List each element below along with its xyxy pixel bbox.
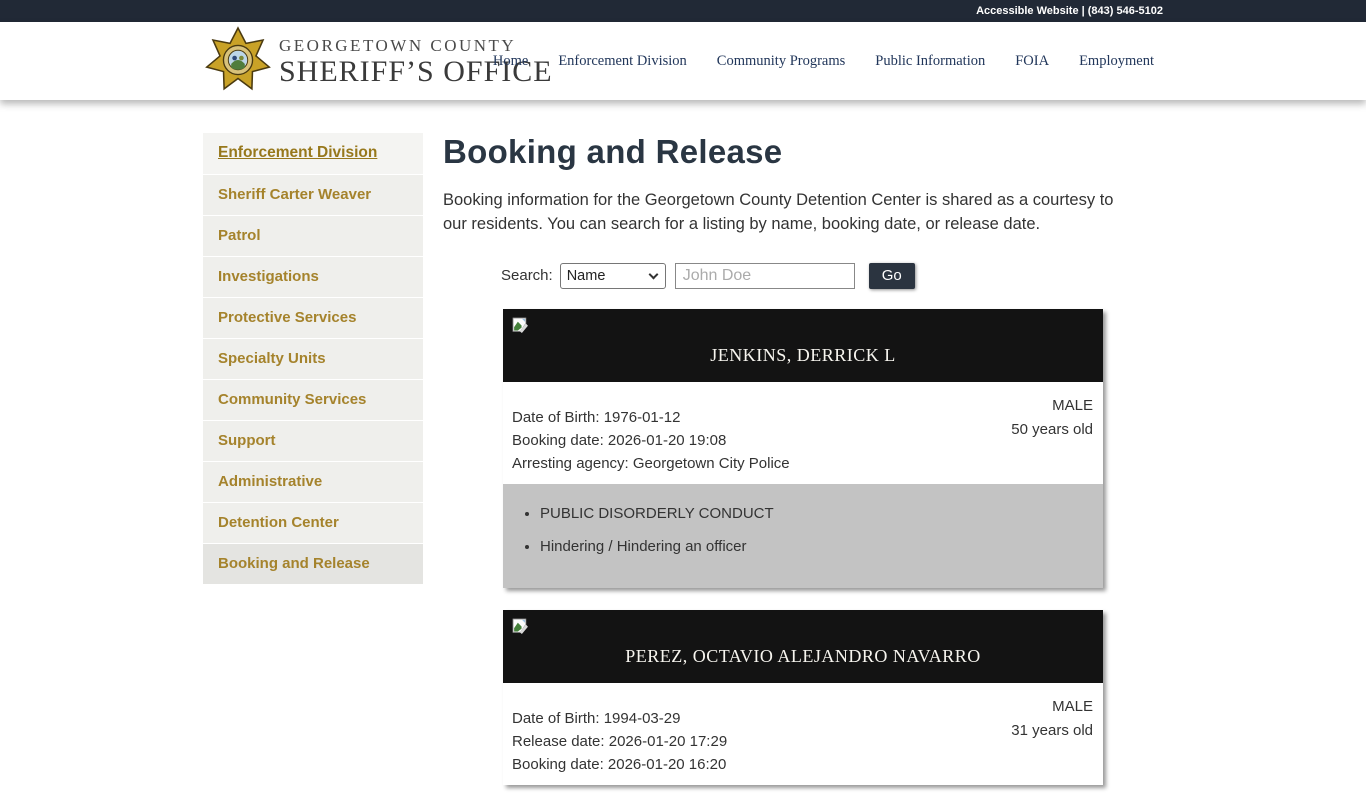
sidebar-item-support[interactable]: Support xyxy=(203,421,423,462)
record-details: MALE 50 years old Date of Birth: 1976-01… xyxy=(503,381,1103,484)
inmate-name: JENKINS, DERRICK L xyxy=(710,344,896,365)
sidebar-item-protective-services[interactable]: Protective Services xyxy=(203,298,423,339)
main-nav: Home Enforcement Division Community Prog… xyxy=(493,53,1154,70)
sidebar-item-enforcement-division[interactable]: Enforcement Division xyxy=(203,133,423,175)
record-age: 31 years old xyxy=(1011,721,1093,739)
charge-item: Hindering / Hindering an officer xyxy=(540,538,1103,555)
record-header: PEREZ, OCTAVIO ALEJANDRO NAVARRO xyxy=(503,609,1103,683)
search-label: Search: xyxy=(501,267,553,285)
sidebar-item-community-services[interactable]: Community Services xyxy=(203,380,423,421)
record-header: JENKINS, DERRICK L xyxy=(503,308,1103,382)
record-gender: MALE xyxy=(1052,396,1093,414)
record-dob: Date of Birth: 1976-01-12 xyxy=(512,408,681,426)
record-meta: MALE 31 years old xyxy=(1011,695,1093,743)
booking-search-form: Search: Name Go xyxy=(501,262,1143,289)
record-booking-date: Booking date: 2026-01-20 16:20 xyxy=(512,755,727,773)
sidebar-item-administrative[interactable]: Administrative xyxy=(203,462,423,503)
record-booking-date: Booking date: 2026-01-20 19:08 xyxy=(512,431,727,449)
nav-item-enforcement-division[interactable]: Enforcement Division xyxy=(558,53,686,70)
record-meta: MALE 50 years old xyxy=(1011,394,1093,442)
intro-paragraph: Booking information for the Georgetown C… xyxy=(443,191,1114,233)
record-age: 50 years old xyxy=(1011,420,1093,438)
topbar-link[interactable]: Accessible Website | (843) 546-5102 xyxy=(976,5,1163,17)
broken-image-icon xyxy=(512,618,528,634)
sheriff-star-badge-icon xyxy=(205,26,271,91)
record-release-date: Release date: 2026-01-20 17:29 xyxy=(512,732,728,750)
nav-item-public-information[interactable]: Public Information xyxy=(875,53,985,70)
sidebar-item-detention-center[interactable]: Detention Center xyxy=(203,503,423,544)
search-type-select[interactable]: Name xyxy=(559,262,666,289)
main-column: Booking and Release Booking information … xyxy=(443,133,1143,807)
go-button[interactable]: Go xyxy=(868,262,915,289)
nav-item-foia[interactable]: FOIA xyxy=(1015,53,1049,70)
sidebar-menu: Enforcement Division Sheriff Carter Weav… xyxy=(203,133,423,585)
page-title: Booking and Release xyxy=(443,133,783,170)
sidebar-item-specialty-units[interactable]: Specialty Units xyxy=(203,339,423,380)
nav-item-employment[interactable]: Employment xyxy=(1079,53,1154,70)
record-charges: PUBLIC DISORDERLY CONDUCT Hindering / Hi… xyxy=(503,483,1103,588)
accessibility-topbar: Accessible Website | (843) 546-5102 xyxy=(0,0,1366,22)
nav-item-community-programs[interactable]: Community Programs xyxy=(717,53,846,70)
record-details: MALE 31 years old Date of Birth: 1994-03… xyxy=(503,682,1103,785)
sidebar-item-sheriff-carter-weaver[interactable]: Sheriff Carter Weaver xyxy=(203,175,423,216)
record-gender: MALE xyxy=(1052,697,1093,715)
broken-image-icon xyxy=(512,317,528,333)
sidebar-item-investigations[interactable]: Investigations xyxy=(203,257,423,298)
charge-item: PUBLIC DISORDERLY CONDUCT xyxy=(540,505,1103,522)
sidebar-item-patrol[interactable]: Patrol xyxy=(203,216,423,257)
booking-record-card: JENKINS, DERRICK L MALE 50 years old Dat… xyxy=(503,308,1103,588)
search-input[interactable] xyxy=(674,262,855,289)
search-type-select-wrap: Name xyxy=(559,262,666,289)
site-header: GEORGETOWN COUNTY SHERIFF’S OFFICE Home … xyxy=(0,22,1366,100)
booking-records-list: JENKINS, DERRICK L MALE 50 years old Dat… xyxy=(503,308,1103,785)
inmate-name: PEREZ, OCTAVIO ALEJANDRO NAVARRO xyxy=(625,645,981,666)
page-content: Enforcement Division Sheriff Carter Weav… xyxy=(0,100,1366,807)
sidebar-item-booking-and-release[interactable]: Booking and Release xyxy=(203,544,423,585)
nav-item-home[interactable]: Home xyxy=(493,53,528,70)
booking-record-card: PEREZ, OCTAVIO ALEJANDRO NAVARRO MALE 31… xyxy=(503,609,1103,785)
record-dob: Date of Birth: 1994-03-29 xyxy=(512,709,681,727)
record-arresting-agency: Arresting agency: Georgetown City Police xyxy=(512,454,790,472)
